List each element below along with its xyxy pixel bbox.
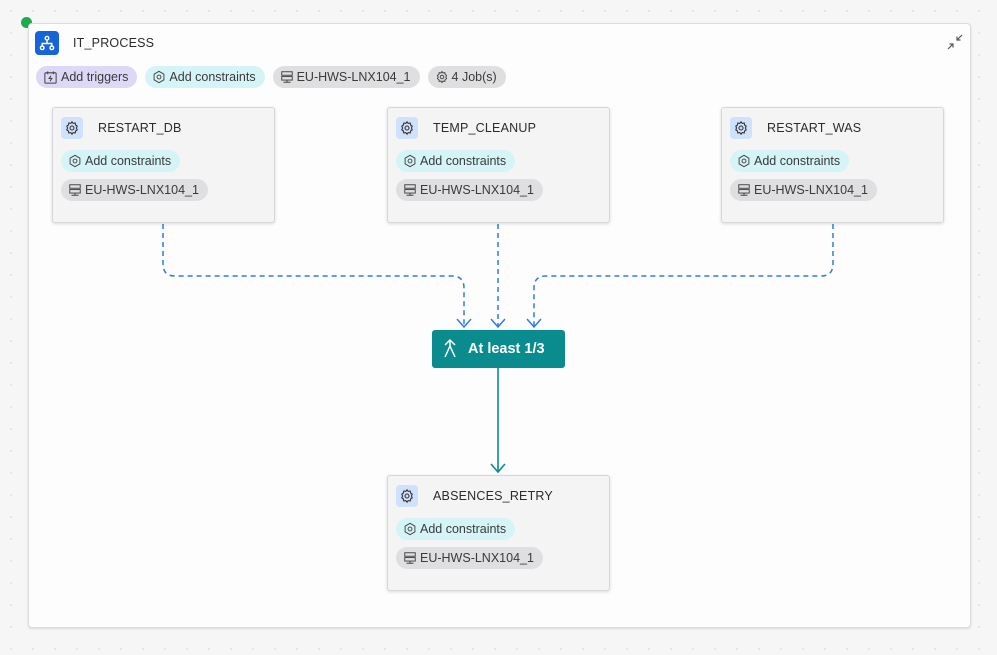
host-label: EU-HWS-LNX104_1: [85, 183, 199, 197]
constraint-icon: [404, 522, 416, 536]
job-card-absences-retry[interactable]: ABSENCES_RETRY Add constraints EU-HWS-LN…: [387, 475, 610, 591]
constraint-icon: [69, 154, 81, 168]
host-chip[interactable]: EU-HWS-LNX104_1: [61, 179, 208, 201]
add-constraints-label: Add constraints: [754, 154, 841, 168]
server-icon: [69, 184, 81, 196]
gate-label: At least 1/3: [468, 341, 545, 357]
constraint-icon: [738, 154, 750, 168]
server-icon: [404, 552, 416, 564]
job-title: RESTART_DB: [98, 121, 182, 135]
server-icon: [404, 184, 416, 196]
constraint-icon: [404, 154, 416, 168]
job-title: RESTART_WAS: [767, 121, 862, 135]
add-constraints-button[interactable]: Add constraints: [61, 150, 181, 172]
job-title: ABSENCES_RETRY: [433, 489, 553, 503]
gear-icon: [396, 117, 418, 139]
gear-icon: [396, 485, 418, 507]
host-label: EU-HWS-LNX104_1: [420, 551, 534, 565]
link-restart-was: [533, 224, 834, 326]
host-label: EU-HWS-LNX104_1: [420, 183, 534, 197]
job-card-restart-db[interactable]: RESTART_DB Add constraints EU-HWS-LNX104…: [52, 107, 275, 223]
gear-icon: [730, 117, 752, 139]
gear-icon: [61, 117, 83, 139]
merge-icon: [444, 339, 456, 358]
add-constraints-label: Add constraints: [85, 154, 172, 168]
add-constraints-button[interactable]: Add constraints: [730, 150, 850, 172]
add-constraints-label: Add constraints: [420, 154, 507, 168]
add-constraints-button[interactable]: Add constraints: [396, 518, 516, 540]
server-icon: [738, 184, 750, 196]
job-card-temp-cleanup[interactable]: TEMP_CLEANUP Add constraints EU-HWS-LNX1…: [387, 107, 610, 223]
add-constraints-button[interactable]: Add constraints: [396, 150, 516, 172]
job-title: TEMP_CLEANUP: [433, 121, 537, 135]
host-label: EU-HWS-LNX104_1: [754, 183, 868, 197]
link-restart-db: [162, 224, 465, 326]
gate-node[interactable]: At least 1/3: [432, 330, 565, 368]
job-card-restart-was[interactable]: RESTART_WAS Add constraints EU-HWS-LNX10…: [721, 107, 944, 223]
host-chip[interactable]: EU-HWS-LNX104_1: [396, 179, 543, 201]
host-chip[interactable]: EU-HWS-LNX104_1: [730, 179, 877, 201]
host-chip[interactable]: EU-HWS-LNX104_1: [396, 547, 543, 569]
add-constraints-label: Add constraints: [420, 522, 507, 536]
